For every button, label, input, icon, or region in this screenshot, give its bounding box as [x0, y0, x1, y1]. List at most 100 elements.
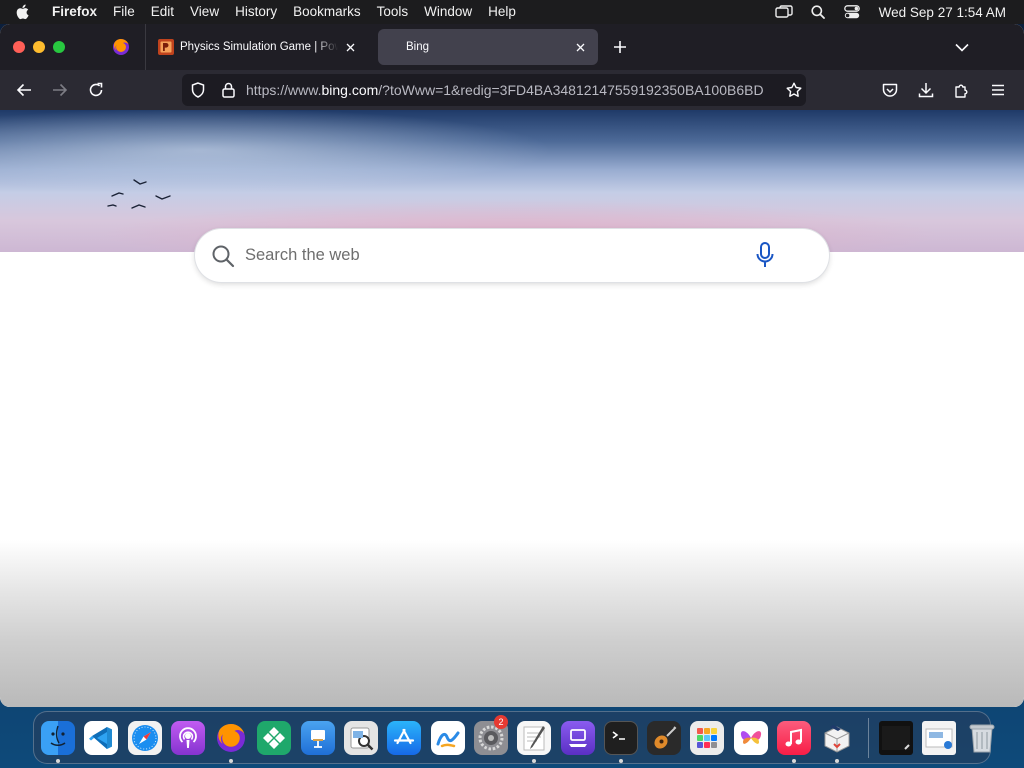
url-text[interactable]: https://www.bing.com/?toWww=1&redig=3FD4…	[246, 82, 776, 98]
dock-app-configurator[interactable]	[559, 719, 597, 757]
folder-thumbnail-icon	[921, 720, 956, 755]
dock-app-archive-utility[interactable]	[818, 719, 856, 763]
plus-icon	[614, 41, 626, 53]
dock-app-system-settings[interactable]: 2	[472, 714, 510, 757]
search-box[interactable]	[195, 229, 829, 282]
menu-file[interactable]: File	[105, 0, 143, 24]
firefox-view-button[interactable]	[109, 35, 133, 59]
menu-app-name[interactable]: Firefox	[44, 0, 105, 24]
pocket-button[interactable]	[872, 74, 908, 106]
dock-app-firefox[interactable]	[212, 719, 250, 763]
dock-app-mosaic[interactable]	[688, 719, 726, 757]
tab-separator	[145, 24, 146, 70]
lock-icon[interactable]	[218, 82, 238, 98]
tab-strip: Physics Simulation Game | PowerPoint Bin…	[0, 24, 1024, 70]
dock-app-terminal[interactable]	[602, 719, 640, 763]
configurator-icon	[560, 720, 595, 755]
dock-app-klokki[interactable]	[255, 719, 293, 757]
navigation-toolbar: https://www.bing.com/?toWww=1&redig=3FD4…	[0, 70, 1024, 110]
dock-app-app-store[interactable]	[385, 719, 423, 757]
control-center-icon[interactable]	[835, 5, 869, 19]
window-controls	[13, 41, 65, 53]
menu-help[interactable]: Help	[480, 0, 524, 24]
tracking-protection-shield-icon[interactable]	[188, 82, 208, 98]
back-button[interactable]	[8, 74, 40, 106]
textedit-icon	[517, 720, 552, 755]
address-bar[interactable]: https://www.bing.com/?toWww=1&redig=3FD4…	[182, 74, 806, 106]
dock-stack-recent-window[interactable]	[877, 719, 915, 757]
firefox-window: Physics Simulation Game | PowerPoint Bin…	[0, 24, 1024, 707]
running-indicator	[835, 758, 840, 763]
spotlight-search-icon[interactable]	[801, 5, 835, 19]
preview-icon	[344, 720, 379, 755]
search-icon[interactable]	[211, 244, 237, 268]
window-thumbnail-icon	[878, 720, 913, 755]
running-indicator	[229, 758, 234, 763]
reload-button[interactable]	[80, 74, 112, 106]
box-icon	[820, 721, 854, 755]
menu-view[interactable]: View	[182, 0, 227, 24]
window-zoom-button[interactable]	[53, 41, 65, 53]
birds-image	[107, 179, 171, 209]
menu-history[interactable]: History	[227, 0, 285, 24]
apple-menu-icon[interactable]	[0, 4, 44, 20]
dock-app-podcasts[interactable]	[169, 719, 207, 757]
dock-app-finder[interactable]	[39, 719, 77, 763]
toolbar-right-buttons	[872, 74, 1016, 106]
dock-stack-downloads[interactable]	[920, 719, 958, 757]
guitar-icon	[647, 720, 682, 755]
dock-app-vscode[interactable]	[82, 719, 120, 757]
url-host: bing.com	[321, 82, 379, 98]
menu-tools[interactable]: Tools	[369, 0, 417, 24]
new-tab-button[interactable]	[606, 33, 634, 61]
tab-close-icon[interactable]	[342, 39, 358, 55]
butterfly-icon	[733, 720, 768, 755]
pocket-icon	[882, 83, 898, 97]
window-close-button[interactable]	[13, 41, 25, 53]
menu-bar-clock[interactable]: Wed Sep 27 1:54 AM	[879, 5, 1006, 20]
list-all-tabs-button[interactable]	[950, 35, 974, 59]
safari-icon	[127, 720, 162, 755]
menu-bookmarks[interactable]: Bookmarks	[285, 0, 369, 24]
running-indicator	[618, 758, 623, 763]
app-menu-button[interactable]	[980, 74, 1016, 106]
dock-app-garageband[interactable]	[645, 719, 683, 757]
dock-app-music[interactable]	[775, 719, 813, 763]
reload-icon	[89, 82, 103, 97]
vscode-icon	[84, 720, 119, 755]
tab-close-icon[interactable]	[572, 39, 588, 55]
dock-separator	[867, 717, 869, 758]
extensions-button[interactable]	[944, 74, 980, 106]
dock-app-preview[interactable]	[342, 719, 380, 757]
tab-physics-simulation[interactable]: Physics Simulation Game | PowerPoint	[148, 29, 368, 65]
tab-bing[interactable]: Bing	[378, 29, 598, 65]
bookmark-star-icon[interactable]	[782, 82, 806, 98]
tab-title: Physics Simulation Game | PowerPoint	[180, 41, 338, 53]
tab-title: Bing	[406, 41, 430, 53]
dock-app-craft[interactable]	[732, 719, 770, 757]
powerpoint-favicon-icon	[158, 39, 174, 55]
dock-stack-trash[interactable]	[963, 719, 1001, 757]
dock-app-safari[interactable]	[126, 719, 164, 757]
dock: 2	[33, 711, 995, 764]
terminal-icon	[603, 720, 638, 755]
keynote-icon	[300, 720, 335, 755]
podcasts-icon	[170, 720, 205, 755]
dock-app-textedit[interactable]	[515, 719, 553, 763]
screen-mirroring-icon[interactable]	[767, 5, 801, 19]
downloads-button[interactable]	[908, 74, 944, 106]
url-scheme: https://www.	[246, 82, 322, 98]
firefox-icon	[113, 39, 130, 55]
forward-button[interactable]	[44, 74, 76, 106]
dock-app-keynote[interactable]	[299, 719, 337, 757]
menu-window[interactable]: Window	[416, 0, 480, 24]
grid-icon	[690, 720, 725, 755]
arrow-right-icon	[53, 83, 68, 97]
window-minimize-button[interactable]	[33, 41, 45, 53]
microphone-icon[interactable]	[753, 242, 777, 270]
menu-edit[interactable]: Edit	[143, 0, 182, 24]
running-indicator	[532, 758, 537, 763]
search-input[interactable]	[245, 246, 725, 265]
hamburger-menu-icon	[992, 84, 1004, 96]
dock-app-freeform[interactable]	[429, 719, 467, 757]
